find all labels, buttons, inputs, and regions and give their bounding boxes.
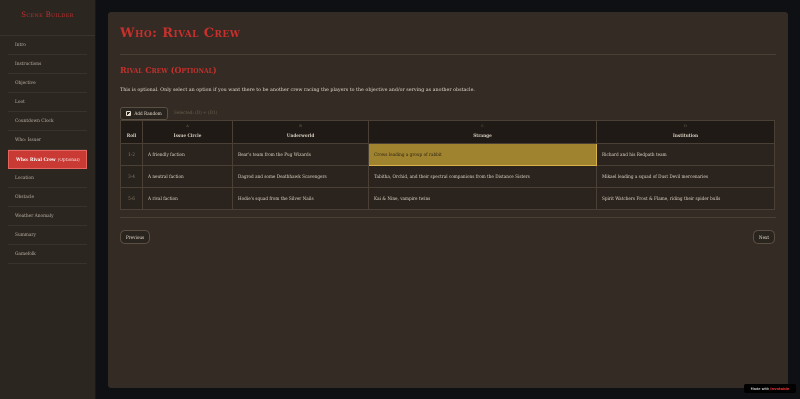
table-row: 3-4 A neutral faction Dagrod and some De…: [120, 165, 775, 188]
sidebar-item-instructions[interactable]: Instructions: [8, 55, 87, 74]
sidebar-item-location[interactable]: Location: [8, 169, 87, 188]
table-cell[interactable]: Bear's team from the Pug Wizards: [232, 143, 369, 166]
sidebar-item-who-rival-crew[interactable]: Who: Rival Crew (Optional): [8, 150, 87, 169]
sidebar-item-label: Loot: [15, 100, 25, 105]
table-cell[interactable]: Tabitha, Orchid, and their spectral comp…: [368, 165, 597, 188]
made-with-badge[interactable]: Made with Invotable: [744, 384, 796, 393]
sidebar-item-label: Objective: [15, 81, 36, 86]
table-row: 5-6 A rival faction Hodie's squad from t…: [120, 187, 775, 210]
next-button[interactable]: Next: [753, 230, 775, 244]
add-random-button[interactable]: Add Random: [120, 107, 168, 120]
sidebar-title: Scene Builder: [0, 0, 95, 36]
section-description: This is optional. Only select an option …: [120, 88, 475, 93]
badge-prefix: Made with: [750, 386, 770, 391]
sidebar-item-who-issuer[interactable]: Who: Issuer: [8, 131, 87, 150]
sidebar-item-label: Gamefolk: [15, 252, 36, 257]
sidebar-item-intro[interactable]: Intro: [8, 36, 87, 55]
column-header-a: A Issue Circle: [142, 120, 233, 144]
roll-cell: 3-4: [120, 165, 143, 188]
table-divider: [120, 217, 776, 218]
table-cell[interactable]: A friendly faction: [142, 143, 233, 166]
rival-crew-table: Roll A Issue Circle B Underworld C Strange …: [120, 120, 775, 210]
add-random-label: Add Random: [134, 111, 162, 116]
column-header-roll: Roll: [120, 120, 143, 144]
sidebar-item-objective[interactable]: Objective: [8, 74, 87, 93]
sidebar-item-label: Weather Anomaly: [15, 214, 54, 219]
table-cell[interactable]: Richard and his Redpath team: [596, 143, 775, 166]
table-cell[interactable]: Mikael leading a squad of Dust Devil mer…: [596, 165, 775, 188]
column-header-d: D Institution: [596, 120, 775, 144]
table-header-row: Roll A Issue Circle B Underworld C Strange …: [120, 120, 775, 144]
sidebar-item-label: Countdown Clock: [15, 119, 54, 124]
roll-cell: 1-2: [120, 143, 143, 166]
sidebar-item-countdown-clock[interactable]: Countdown Clock: [8, 112, 87, 131]
main-panel: Who: Rival Crew Rival Crew (Optional) Th…: [108, 12, 788, 388]
table-cell[interactable]: Kai & Nine, vampire twins: [368, 187, 597, 210]
sidebar-item-label: Who: Issuer: [15, 138, 42, 143]
sidebar-item-label: Summary: [15, 233, 36, 238]
table-row: 1-2 A friendly faction Bear's team from …: [120, 143, 775, 166]
section-title: Rival Crew (Optional): [120, 65, 217, 75]
table-cell-selected[interactable]: Crows leading a group of rabbit: [368, 143, 597, 166]
badge-brand: Invotable: [770, 386, 790, 391]
plus-square-icon: [126, 111, 132, 116]
column-header-c: C Strange: [368, 120, 597, 144]
sidebar-item-summary[interactable]: Summary: [8, 226, 87, 245]
sidebar-item-gamefolk[interactable]: Gamefolk: [8, 245, 87, 264]
table-cell[interactable]: Dagrod and some Deathhawk Scavengers: [232, 165, 369, 188]
sidebar: Scene Builder Intro Instructions Objecti…: [0, 0, 96, 399]
sidebar-item-label: Who: Rival Crew: [16, 158, 56, 163]
table-cell[interactable]: A neutral faction: [142, 165, 233, 188]
sidebar-item-label: Instructions: [15, 62, 42, 67]
table-cell[interactable]: A rival faction: [142, 187, 233, 210]
table-cell[interactable]: Hodie's squad from the Silver Nails: [232, 187, 369, 210]
selection-hint: Selected: (D) + (D1): [174, 110, 218, 115]
sidebar-item-loot[interactable]: Loot: [8, 93, 87, 112]
sidebar-item-label: Intro: [15, 43, 26, 48]
sidebar-item-label: Location: [15, 176, 34, 181]
previous-button[interactable]: Previous: [120, 230, 150, 244]
roll-cell: 5-6: [120, 187, 143, 210]
sidebar-item-weather-anomaly[interactable]: Weather Anomaly: [8, 207, 87, 226]
table-cell[interactable]: Spirit Watchers Frost & Flame, riding th…: [596, 187, 775, 210]
column-header-b: B Underworld: [232, 120, 369, 144]
sidebar-item-label: Obstacle: [15, 195, 35, 200]
sidebar-item-obstacle[interactable]: Obstacle: [8, 188, 87, 207]
page-title: Who: Rival Crew: [120, 26, 241, 41]
sidebar-item-optional-tag: (Optional): [57, 158, 80, 163]
title-divider: [120, 54, 776, 55]
